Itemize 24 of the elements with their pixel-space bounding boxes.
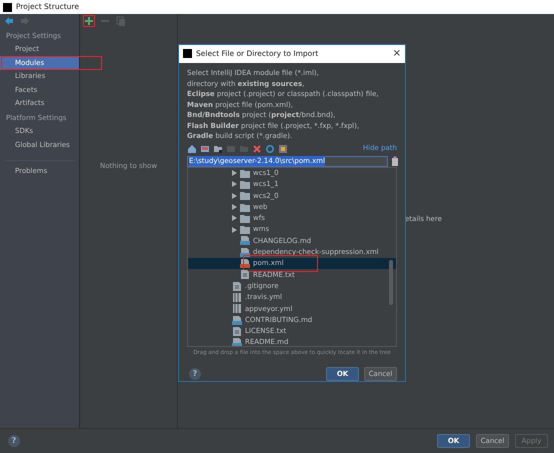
file-icon bbox=[240, 236, 250, 246]
toggle-icon[interactable] bbox=[278, 144, 287, 153]
add-icon[interactable] bbox=[84, 16, 94, 26]
clipboard-icon bbox=[391, 156, 399, 166]
desktop-icon[interactable] bbox=[200, 144, 209, 153]
file-icon bbox=[232, 338, 242, 346]
file-icon bbox=[232, 326, 242, 336]
home-icon[interactable] bbox=[187, 144, 196, 153]
file-icon bbox=[232, 304, 242, 314]
close-button[interactable]: × bbox=[392, 48, 401, 59]
file-icon bbox=[232, 316, 242, 325]
file-icon bbox=[232, 282, 242, 291]
refresh-icon[interactable] bbox=[265, 144, 274, 153]
folder-icon[interactable] bbox=[213, 144, 222, 153]
app-logo-icon bbox=[183, 49, 192, 58]
file-icon bbox=[240, 270, 250, 280]
back-arrow-icon[interactable] bbox=[4, 16, 14, 26]
delete-icon[interactable] bbox=[252, 144, 261, 153]
file-icon bbox=[232, 292, 242, 302]
file-icon bbox=[240, 259, 250, 268]
help-button[interactable]: ? bbox=[189, 368, 201, 380]
app-logo-icon bbox=[3, 2, 12, 12]
help-button[interactable]: ? bbox=[8, 435, 20, 447]
file-icon bbox=[240, 248, 250, 257]
